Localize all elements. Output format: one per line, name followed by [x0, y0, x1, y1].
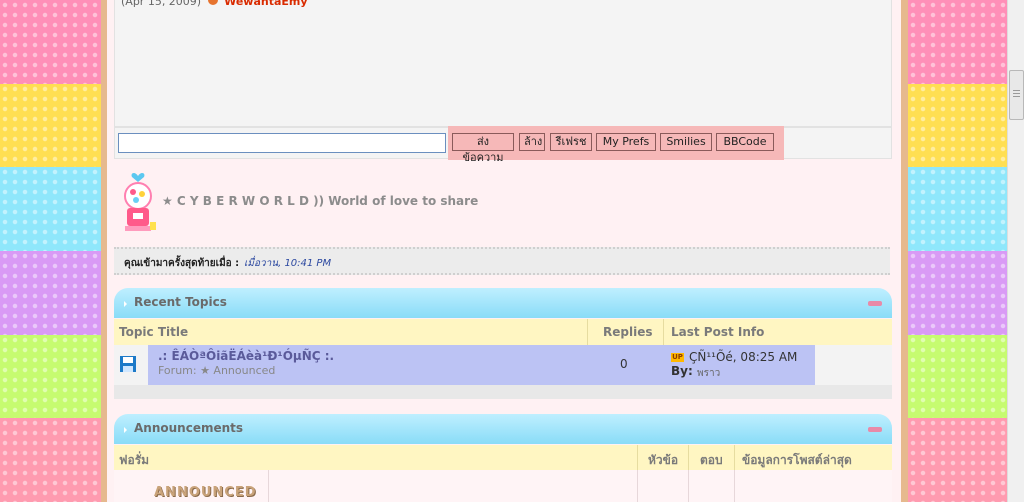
topic-title-link[interactable]: .: ÊÁÒªÔiãËÁèà¹Ð¹ÓµÑÇ :.: [158, 349, 334, 363]
avatar-icon: [207, 0, 218, 5]
announcements-header: Announcements: [114, 414, 892, 444]
shout-author[interactable]: WewantaEmy: [224, 0, 307, 8]
left-decoration: [0, 0, 101, 502]
column-forum: ฟอรั่ม: [119, 453, 150, 467]
refresh-button[interactable]: รีเฟรช: [550, 133, 592, 151]
topic-forum-label[interactable]: Forum: ★ Announced: [158, 364, 275, 377]
right-decoration: [908, 0, 1007, 502]
recent-topics-footer: [114, 385, 892, 399]
recent-topics-title: Recent Topics: [134, 295, 227, 309]
shout-message-input[interactable]: [118, 133, 446, 153]
last-visit-label: คุณเข้ามาครั้งสุดท้ายเมื่อ :: [124, 258, 240, 269]
recent-topics-column-headers: Topic Title Replies Last Post Info: [114, 319, 892, 346]
column-topic-title: Topic Title: [119, 325, 189, 339]
pencil-icon[interactable]: [868, 427, 882, 432]
announced-logo[interactable]: ANNOUNCED: [154, 485, 257, 500]
floppy-disk-icon: [120, 356, 136, 372]
bbcode-button[interactable]: BBCode: [716, 133, 774, 151]
site-title: ★ C Y B E R W O R L D )) World of love t…: [162, 194, 479, 208]
shout-date: (Apr 15, 2009): [121, 0, 202, 8]
last-visit-bar: คุณเข้ามาครั้งสุดท้ายเมื่อ : เมื่อวาน, 1…: [114, 247, 890, 275]
clear-button[interactable]: ล้าง: [519, 133, 545, 151]
topic-author-link[interactable]: พราว: [697, 366, 720, 381]
collapse-arrow-icon[interactable]: [124, 301, 127, 307]
recent-topics-header: Recent Topics: [114, 288, 892, 318]
shoutbox-messages: (Apr 15, 2009) WewantaEmy: [114, 0, 892, 127]
send-button[interactable]: ส่งข้อความ: [452, 133, 514, 164]
column-last-post: Last Post Info: [671, 325, 765, 339]
column-last-post: ข้อมูลการโพสต์ล่าสุด: [742, 453, 852, 467]
my-prefs-button[interactable]: My Prefs: [596, 133, 656, 151]
last-visit-value: เมื่อวาน, 10:41 PM: [244, 258, 332, 269]
column-replies: ตอบ: [700, 453, 723, 467]
topic-replies-count: 0: [620, 357, 628, 371]
smilies-button[interactable]: Smilies: [660, 133, 712, 151]
gumball-machine-icon: [124, 173, 156, 231]
topic-by-label: By:: [671, 364, 693, 378]
announcements-column-headers: ฟอรั่ม หัวข้อ ตอบ ข้อมูลการโพสต์ล่าสุด: [114, 445, 892, 472]
announcements-title: Announcements: [134, 421, 244, 435]
site-header: ★ C Y B E R W O R L D )) World of love t…: [114, 168, 890, 238]
right-border: [901, 0, 908, 502]
column-replies: Replies: [603, 325, 653, 339]
up-badge-icon: UP: [671, 353, 684, 362]
pencil-icon[interactable]: [868, 301, 882, 306]
shout-message: (Apr 15, 2009) WewantaEmy: [121, 0, 308, 8]
collapse-arrow-icon[interactable]: [124, 427, 127, 433]
shoutbox-button-bar: ส่งข้อความ ล้าง รีเฟรช My Prefs Smilies …: [448, 126, 784, 164]
column-topics: หัวข้อ: [648, 453, 679, 467]
topic-last-post-date: ÇÑ¹¹Õé, 08:25 AM: [689, 350, 798, 364]
scrollbar-thumb[interactable]: [1009, 70, 1024, 120]
